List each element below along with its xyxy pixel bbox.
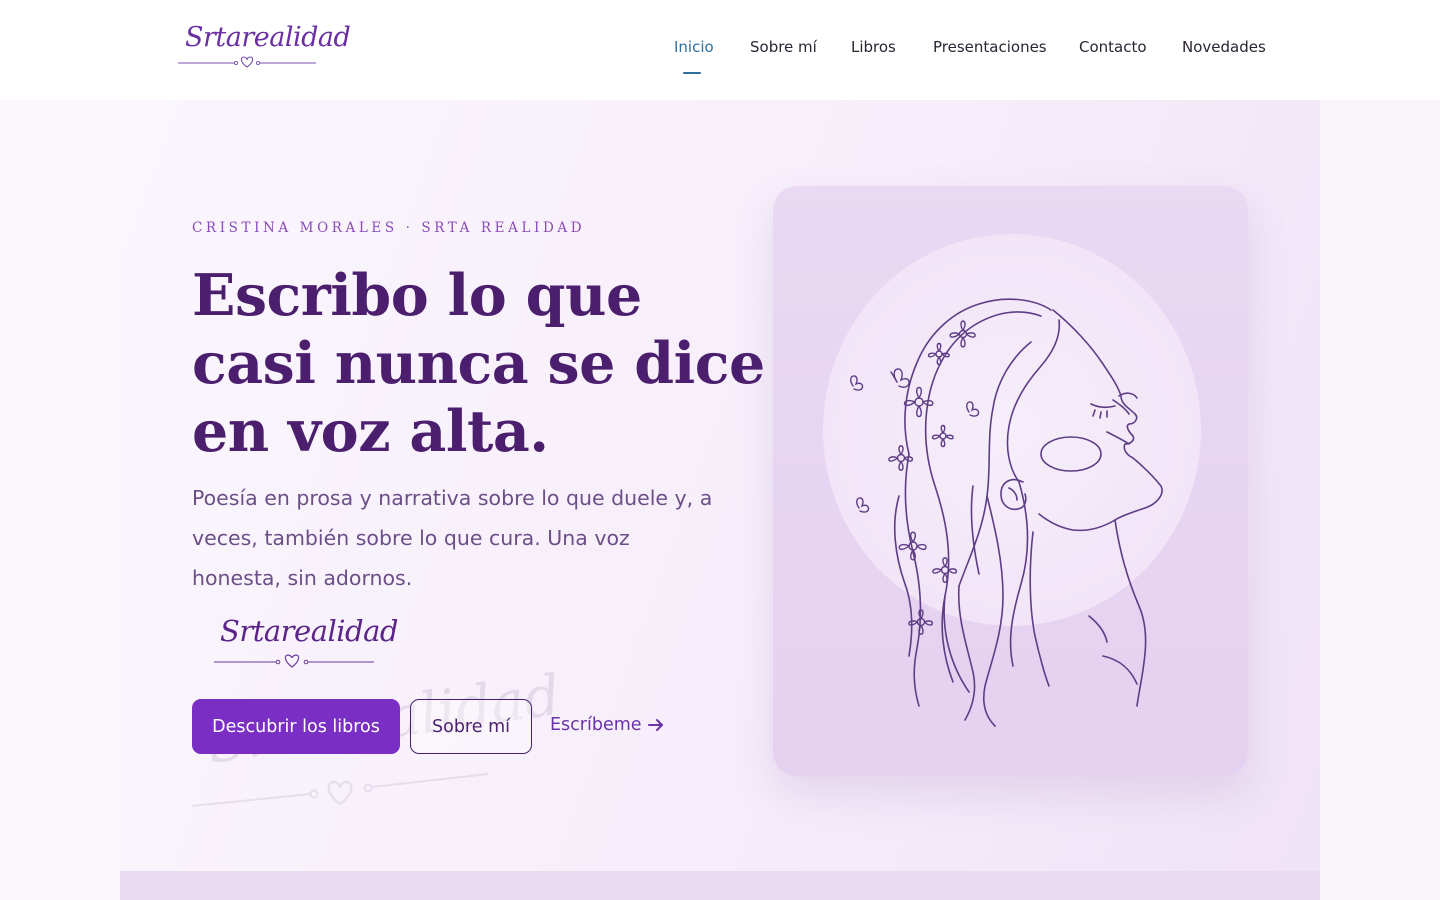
page-background-left [0,100,120,900]
nav-item-presentaciones[interactable]: Presentaciones [933,38,1047,56]
hero-headline: Escribo lo que casi nunca se dice en voz… [192,262,765,466]
discover-books-button[interactable]: Descubrir los libros [192,699,400,754]
about-me-button[interactable]: Sobre mí [410,699,532,754]
signature-text: Srtarealidad [220,614,398,648]
write-me-label: Escríbeme [550,715,642,735]
nav-item-novedades[interactable]: Novedades [1182,38,1266,56]
write-me-link[interactable]: Escríbeme [550,715,664,735]
next-section-band [120,871,1320,900]
hero-signature: Srtarealidad [212,614,398,674]
hero-eyebrow: CRISTINA MORALES · SRTA REALIDAD [192,220,586,236]
nav-item-sobre-mi[interactable]: Sobre mí [750,38,817,56]
ghost-heart-flourish-icon [191,773,489,807]
hero-lead: Poesía en prosa y narrativa sobre lo que… [192,486,713,590]
site-header: Srtarealidad Inicio Sobre mí Libros Pres… [0,0,1440,100]
signature-heart-flourish-icon [214,654,374,668]
nav-item-inicio[interactable]: Inicio [674,38,714,56]
arrow-right-icon [647,719,663,731]
woman-line-art-illustration [850,298,1163,727]
headline-line-2: casi nunca se dice [192,330,765,397]
nav-item-libros[interactable]: Libros [851,38,896,56]
nav-item-contacto[interactable]: Contacto [1079,38,1147,56]
main-nav: Inicio Sobre mí Libros Presentaciones Co… [0,38,1440,78]
headline-line-3: en voz alta. [192,398,549,465]
page-background-right [1320,100,1440,900]
nav-active-indicator [683,72,701,74]
headline-line-1: Escribo lo que [192,262,642,329]
hero-illustration-card [773,186,1248,776]
